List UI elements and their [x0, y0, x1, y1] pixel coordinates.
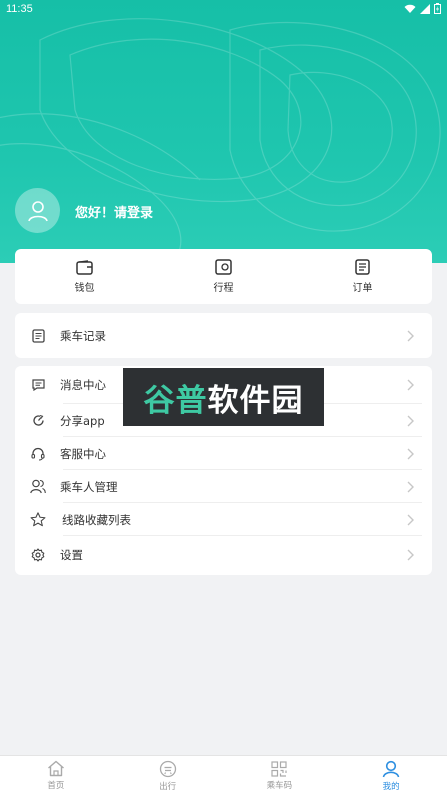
chevron-right-icon	[407, 379, 414, 391]
status-icons	[404, 3, 441, 14]
wallet-button[interactable]: 钱包	[15, 249, 154, 304]
menu-item-support[interactable]: 客服中心	[15, 437, 432, 470]
contour-background	[0, 18, 441, 263]
chevron-right-icon	[407, 481, 414, 492]
order-button[interactable]: 订单	[293, 249, 432, 304]
share-icon	[30, 413, 46, 429]
tab-profile[interactable]: 我的	[335, 756, 447, 795]
profile-icon	[382, 760, 400, 777]
chevron-right-icon	[407, 549, 414, 561]
signal-icon	[420, 3, 430, 14]
message-icon	[30, 377, 46, 393]
itinerary-icon	[215, 259, 232, 275]
users-icon	[30, 479, 46, 495]
bottom-tab-bar: 首页 出行 乘车码 我的	[0, 755, 447, 795]
watermark-overlay: 谷普 软件园	[123, 368, 324, 426]
home-icon	[47, 760, 64, 777]
user-avatar-icon	[27, 200, 48, 221]
menu-item-passengers[interactable]: 乘车人管理	[15, 470, 432, 503]
tab-ride-code-label: 乘车码	[266, 780, 293, 791]
menu-label-share: 分享app	[60, 413, 105, 428]
menu-item-settings[interactable]: 设置	[15, 536, 432, 574]
records-card: 乘车记录	[15, 313, 432, 358]
order-label: 订单	[352, 283, 373, 294]
tab-travel-label: 出行	[159, 781, 177, 792]
gear-icon	[30, 547, 46, 563]
menu-label-favorite-routes: 线路收藏列表	[62, 512, 131, 527]
tab-home[interactable]: 首页	[0, 756, 112, 795]
menu-item-favorite-routes[interactable]: 线路收藏列表	[15, 503, 432, 536]
ride-records-label: 乘车记录	[60, 328, 106, 343]
chevron-right-icon	[407, 415, 414, 426]
menu-label-support: 客服中心	[60, 446, 106, 461]
watermark-text-part2: 软件园	[207, 382, 304, 419]
menu-label-messages: 消息中心	[60, 378, 106, 392]
tab-travel[interactable]: 出行	[112, 756, 224, 795]
itinerary-button[interactable]: 行程	[154, 249, 293, 304]
travel-icon	[159, 760, 176, 777]
wallet-label: 钱包	[74, 282, 95, 294]
tab-ride-code[interactable]: 乘车码	[224, 756, 336, 795]
ride-records-item[interactable]: 乘车记录	[15, 313, 432, 358]
qr-code-icon	[271, 760, 287, 777]
login-prompt[interactable]: 您好！请登录	[75, 202, 153, 221]
receipt-icon	[30, 328, 46, 344]
star-icon	[30, 512, 46, 528]
chevron-right-icon	[407, 514, 414, 525]
chevron-right-icon	[407, 330, 414, 341]
status-bar: 11:35	[0, 0, 447, 20]
wifi-icon	[404, 4, 416, 13]
watermark-text-part1: 谷普	[143, 382, 208, 419]
battery-icon	[434, 3, 441, 14]
menu-label-passengers: 乘车人管理	[60, 479, 118, 494]
itinerary-label: 行程	[213, 283, 234, 294]
menu-label-settings: 设置	[60, 548, 83, 562]
profile-header: 11:35 您好！请登录	[0, 0, 447, 263]
chevron-right-icon	[407, 448, 414, 459]
quick-actions-card: 钱包 行程 订单	[15, 249, 432, 304]
tab-home-label: 首页	[47, 781, 65, 791]
avatar[interactable]	[15, 188, 60, 233]
status-time: 11:35	[6, 3, 33, 15]
tab-profile-label: 我的	[382, 781, 400, 792]
headset-icon	[30, 446, 46, 462]
order-icon	[355, 259, 370, 275]
wallet-icon	[76, 259, 93, 275]
